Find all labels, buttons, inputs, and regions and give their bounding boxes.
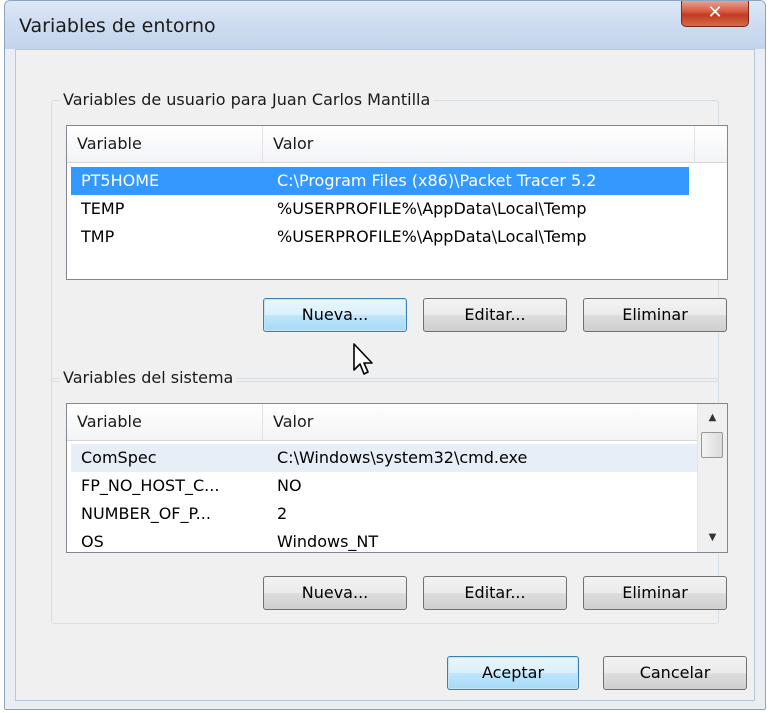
variable-name: TMP: [81, 227, 115, 246]
variable-value: %USERPROFILE%\AppData\Local\Temp: [277, 227, 587, 246]
system-variables-label: Variables del sistema: [60, 368, 237, 387]
column-header-variable[interactable]: Variable: [67, 404, 263, 440]
user-variable-row[interactable]: TMP %USERPROFILE%\AppData\Local\Temp: [71, 223, 689, 251]
variable-value: 2: [277, 504, 288, 523]
user-variables-label: Variables de usuario para Juan Carlos Ma…: [60, 90, 434, 109]
variable-value: %USERPROFILE%\AppData\Local\Temp: [277, 199, 587, 218]
dialog-client-area: Variables de usuario para Juan Carlos Ma…: [15, 49, 755, 701]
user-variable-row[interactable]: TEMP %USERPROFILE%\AppData\Local\Temp: [71, 195, 689, 223]
system-edit-button[interactable]: Editar...: [423, 576, 567, 610]
window-title: Variables de entorno: [19, 15, 216, 37]
variable-name: OS: [81, 532, 104, 551]
variable-value: NO: [277, 476, 302, 495]
variable-name: NUMBER_OF_P...: [81, 504, 211, 523]
variable-name: FP_NO_HOST_C...: [81, 476, 220, 495]
system-variables-list[interactable]: Variable Valor ComSpec C:\Windows\system…: [66, 403, 728, 553]
variable-name: ComSpec: [81, 448, 157, 467]
vertical-scrollbar[interactable]: ▲ ▼: [697, 404, 727, 552]
variable-name: PT5HOME: [81, 171, 160, 190]
variable-value: C:\Windows\system32\cmd.exe: [277, 448, 528, 467]
system-delete-button[interactable]: Eliminar: [583, 576, 727, 610]
scrollbar-thumb[interactable]: [701, 432, 723, 458]
close-icon: ✕: [707, 2, 723, 23]
close-button[interactable]: ✕: [681, 1, 749, 27]
system-new-button[interactable]: Nueva...: [263, 576, 407, 610]
user-new-button[interactable]: Nueva...: [263, 298, 407, 332]
system-variable-row[interactable]: FP_NO_HOST_C... NO: [71, 472, 697, 500]
system-variable-row[interactable]: ComSpec C:\Windows\system32\cmd.exe: [71, 444, 697, 472]
scroll-down-icon[interactable]: ▼: [698, 526, 727, 550]
cancel-button[interactable]: Cancelar: [603, 656, 747, 690]
user-variable-row[interactable]: PT5HOME C:\Program Files (x86)\Packet Tr…: [71, 167, 689, 195]
user-list-header: Variable Valor: [67, 126, 727, 163]
scroll-up-icon[interactable]: ▲: [698, 406, 727, 430]
title-bar[interactable]: Variables de entorno ✕: [5, 1, 765, 49]
system-list-header: Variable Valor: [67, 404, 699, 441]
mouse-pointer-icon: [353, 343, 373, 375]
column-header-value[interactable]: Valor: [263, 404, 699, 440]
user-delete-button[interactable]: Eliminar: [583, 298, 727, 332]
user-variables-list[interactable]: Variable Valor PT5HOME C:\Program Files …: [66, 125, 728, 280]
environment-variables-dialog: Variables de entorno ✕ Variables de usua…: [4, 0, 766, 710]
variable-value: C:\Program Files (x86)\Packet Tracer 5.2: [277, 171, 597, 190]
column-header-variable[interactable]: Variable: [67, 126, 263, 162]
column-header-value[interactable]: Valor: [263, 126, 695, 162]
system-variable-row[interactable]: NUMBER_OF_P... 2: [71, 500, 697, 528]
variable-value: Windows_NT: [277, 532, 379, 551]
system-variable-row[interactable]: OS Windows_NT: [71, 528, 697, 552]
user-edit-button[interactable]: Editar...: [423, 298, 567, 332]
ok-button[interactable]: Aceptar: [447, 656, 579, 690]
variable-name: TEMP: [81, 199, 125, 218]
